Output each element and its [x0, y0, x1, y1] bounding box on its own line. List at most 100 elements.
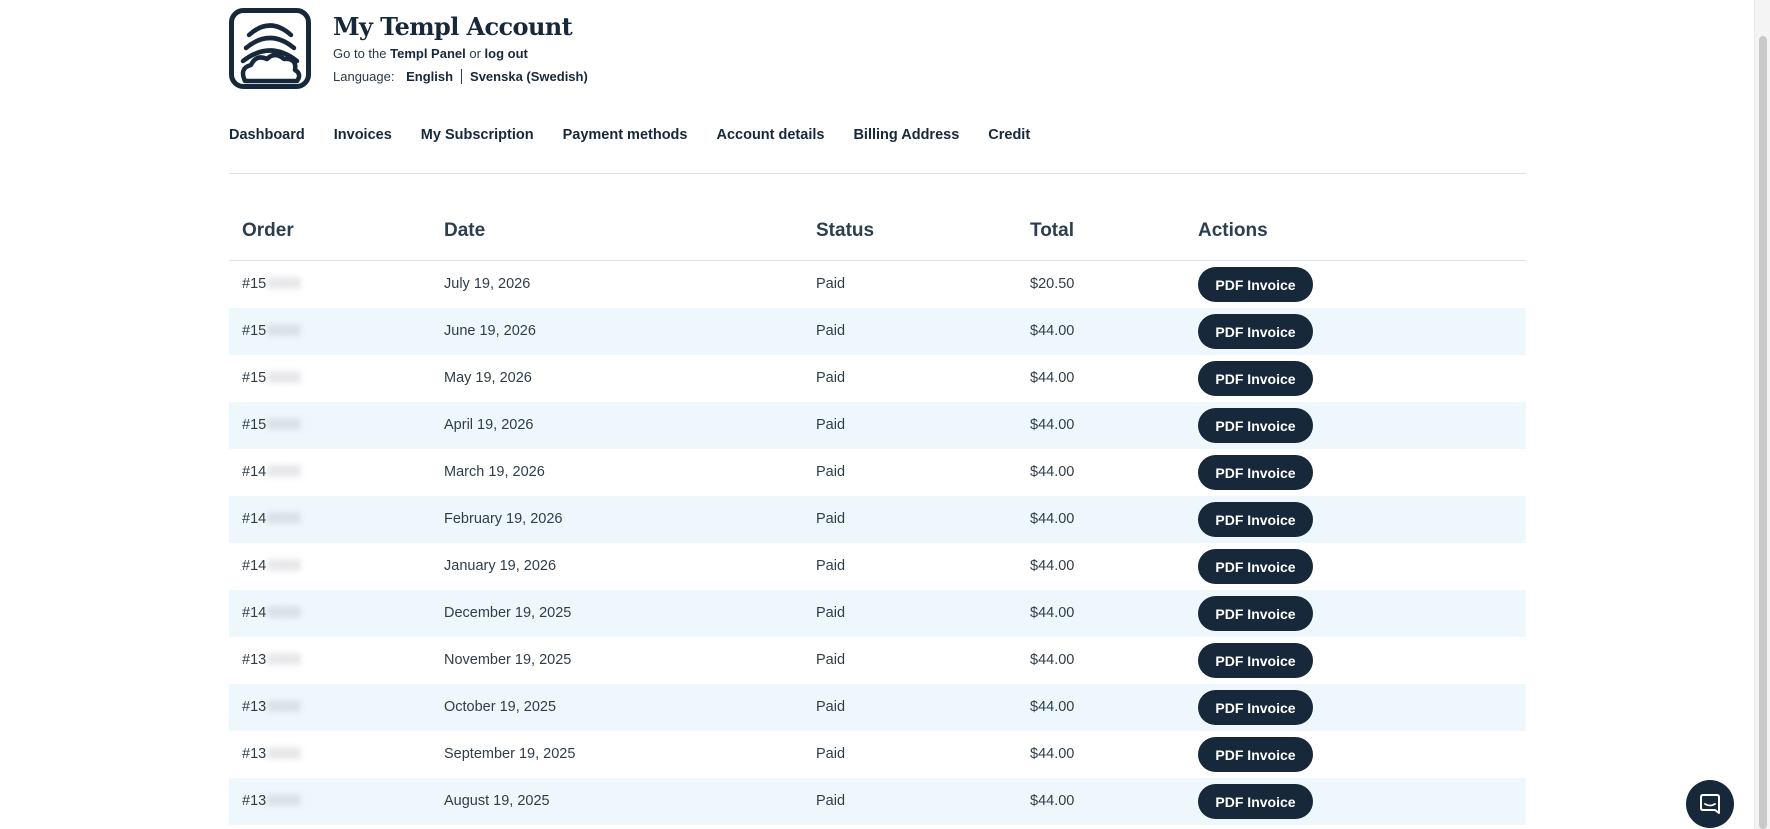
order-date: August 19, 2025 [444, 793, 550, 809]
pdf-invoice-button[interactable]: PDF Invoice [1198, 549, 1313, 584]
order-date: November 19, 2025 [444, 652, 572, 668]
order-total: $44.00 [1030, 746, 1075, 762]
account-nav: Dashboard Invoices My Subscription Payme… [229, 124, 1526, 174]
order-status: Paid [816, 323, 846, 339]
pdf-invoice-button[interactable]: PDF Invoice [1198, 596, 1313, 631]
order-date: June 19, 2026 [444, 323, 536, 339]
table-row: #14 January 19, 2026 Paid $44.00 PDF Invoice [229, 543, 1526, 590]
order-total: $44.00 [1030, 464, 1075, 480]
order-prefix: #14 [242, 464, 267, 480]
order-status: Paid [816, 746, 846, 762]
language-label: Language: [333, 69, 395, 84]
order-date: April 19, 2026 [444, 417, 534, 433]
order-number: #15 [242, 261, 302, 308]
order-number: #13 [242, 731, 302, 778]
order-status: Paid [816, 605, 846, 621]
order-number: #13 [242, 778, 302, 825]
pdf-invoice-button[interactable]: PDF Invoice [1198, 408, 1313, 443]
table-body: #15 July 19, 2026 Paid $20.50 PDF Invoice #15… [229, 261, 1526, 825]
chat-bubble-icon [1700, 794, 1720, 814]
order-number: #14 [242, 496, 302, 543]
page-title: My Templ Account [333, 12, 573, 41]
nav-account-details[interactable]: Account details [716, 124, 824, 146]
nav-payment-methods[interactable]: Payment methods [563, 124, 688, 146]
order-redacted [267, 606, 302, 618]
pdf-invoice-button[interactable]: PDF Invoice [1198, 361, 1313, 396]
language-divider [461, 69, 463, 84]
pdf-invoice-button[interactable]: PDF Invoice [1198, 784, 1313, 819]
table-row: #15 July 19, 2026 Paid $20.50 PDF Invoice [229, 261, 1526, 308]
order-status: Paid [816, 793, 846, 809]
order-status: Paid [816, 417, 846, 433]
order-prefix: #14 [242, 558, 267, 574]
nav-credit[interactable]: Credit [988, 124, 1030, 146]
pdf-invoice-button[interactable]: PDF Invoice [1198, 455, 1313, 490]
order-date: July 19, 2026 [444, 276, 531, 292]
table-row: #13 August 19, 2025 Paid $44.00 PDF Invoice [229, 778, 1526, 825]
order-status: Paid [816, 276, 846, 292]
table-row: #13 September 19, 2025 Paid $44.00 PDF Invoi… [229, 731, 1526, 778]
nav-billing-address[interactable]: Billing Address [853, 124, 959, 146]
nav-dashboard[interactable]: Dashboard [229, 124, 305, 146]
invoices-table: Order Date Status Total Actions #15 July … [229, 208, 1526, 825]
order-redacted [267, 794, 302, 806]
table-row: #14 February 19, 2026 Paid $44.00 PDF Invoic… [229, 496, 1526, 543]
order-number: #15 [242, 355, 302, 402]
order-total: $20.50 [1030, 276, 1075, 292]
order-status: Paid [816, 699, 846, 715]
pdf-invoice-button[interactable]: PDF Invoice [1198, 643, 1313, 678]
order-status: Paid [816, 464, 846, 480]
order-prefix: #15 [242, 417, 267, 433]
order-date: May 19, 2026 [444, 370, 532, 386]
language-switcher: Language: English Svenska (Swedish) [333, 69, 588, 84]
order-total: $44.00 [1030, 370, 1075, 386]
header-date: Date [444, 220, 486, 241]
order-total: $44.00 [1030, 558, 1075, 574]
header-status: Status [816, 220, 875, 241]
table-header: Order Date Status Total Actions [229, 208, 1526, 261]
templ-panel-link[interactable]: Templ Panel [390, 46, 466, 61]
order-number: #13 [242, 684, 302, 731]
order-date: December 19, 2025 [444, 605, 572, 621]
order-prefix: #14 [242, 511, 267, 527]
order-total: $44.00 [1030, 605, 1075, 621]
order-prefix: #13 [242, 793, 267, 809]
order-number: #14 [242, 449, 302, 496]
templ-logo-icon[interactable] [229, 8, 311, 89]
table-row: #14 March 19, 2026 Paid $44.00 PDF Invoice [229, 449, 1526, 496]
order-total: $44.00 [1030, 793, 1075, 809]
language-swedish[interactable]: Svenska (Swedish) [470, 69, 588, 84]
nav-my-subscription[interactable]: My Subscription [421, 124, 534, 146]
order-prefix: #13 [242, 699, 267, 715]
pdf-invoice-button[interactable]: PDF Invoice [1198, 690, 1313, 725]
scrollbar-thumb[interactable] [1759, 36, 1767, 829]
order-prefix: #13 [242, 746, 267, 762]
logout-link[interactable]: log out [485, 46, 528, 61]
nav-invoices[interactable]: Invoices [334, 124, 392, 146]
order-date: October 19, 2025 [444, 699, 557, 715]
table-row: #13 October 19, 2025 Paid $44.00 PDF Invoice [229, 684, 1526, 731]
pdf-invoice-button[interactable]: PDF Invoice [1198, 502, 1313, 537]
panel-logout-line: Go to the Templ Panel or log out [333, 46, 528, 61]
order-number: #13 [242, 637, 302, 684]
table-row: #15 May 19, 2026 Paid $44.00 PDF Invoice [229, 355, 1526, 402]
table-row: #15 April 19, 2026 Paid $44.00 PDF Invoice [229, 402, 1526, 449]
order-redacted [267, 277, 302, 289]
order-redacted [267, 559, 302, 571]
header-actions: Actions [1198, 220, 1268, 241]
language-english[interactable]: English [406, 69, 453, 84]
order-number: #15 [242, 402, 302, 449]
pdf-invoice-button[interactable]: PDF Invoice [1198, 314, 1313, 349]
order-prefix: #15 [242, 370, 267, 386]
order-number: #15 [242, 308, 302, 355]
order-total: $44.00 [1030, 652, 1075, 668]
pdf-invoice-button[interactable]: PDF Invoice [1198, 267, 1313, 302]
pdf-invoice-button[interactable]: PDF Invoice [1198, 737, 1313, 772]
order-total: $44.00 [1030, 699, 1075, 715]
vertical-scrollbar[interactable] [1754, 0, 1770, 829]
order-status: Paid [816, 511, 846, 527]
header-total: Total [1030, 220, 1074, 241]
chat-button[interactable] [1686, 780, 1734, 828]
order-redacted [267, 653, 302, 665]
order-date: January 19, 2026 [444, 558, 557, 574]
